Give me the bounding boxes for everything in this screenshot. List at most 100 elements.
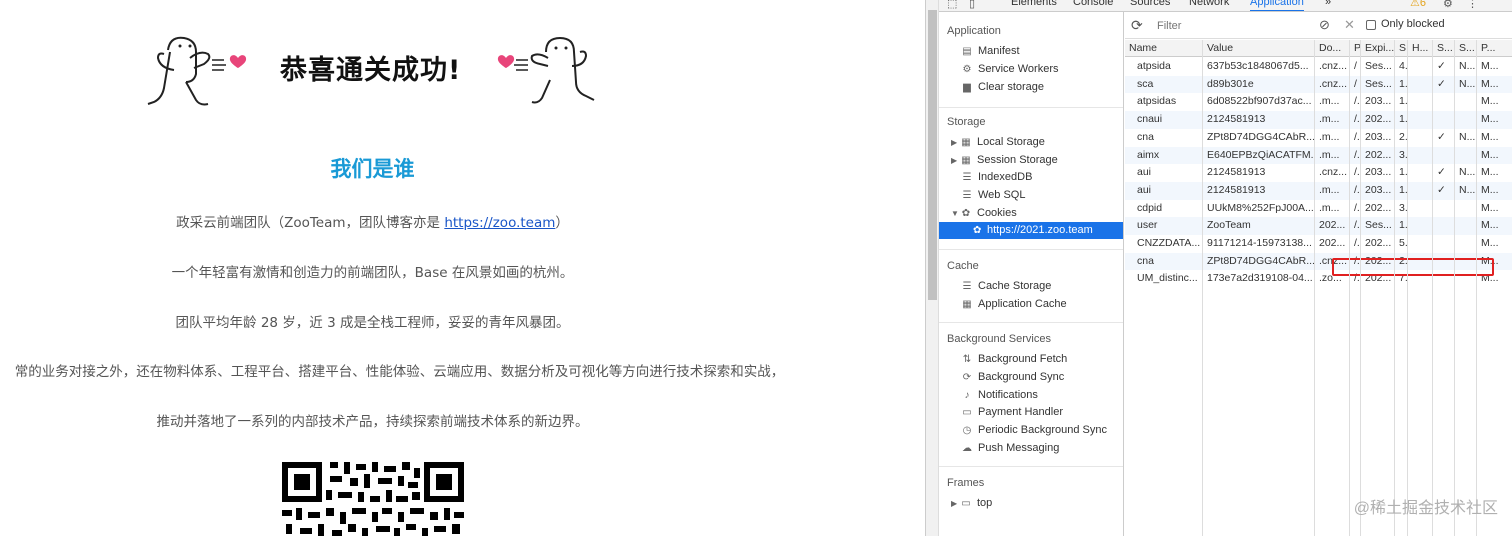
clock-icon: ◷ xyxy=(962,425,972,436)
more-tabs-button[interactable]: » xyxy=(1325,0,1331,8)
table-cell: aimx xyxy=(1137,148,1160,161)
column-header[interactable]: Value xyxy=(1203,40,1315,57)
table-cell: M... xyxy=(1481,183,1499,196)
sidebar-item-service-workers[interactable]: ⚙ Service Workers xyxy=(961,61,1059,78)
table-cell: 637b53c1848067d5... xyxy=(1207,60,1309,72)
gear-icon: ⚙ xyxy=(962,64,972,75)
column-divider[interactable] xyxy=(1476,40,1477,536)
column-header[interactable]: S... xyxy=(1433,40,1455,57)
table-cell: .m... xyxy=(1319,113,1340,126)
scrollbar-thumb[interactable] xyxy=(928,10,937,300)
table-cell xyxy=(1408,147,1433,164)
table-cell: cna xyxy=(1137,254,1154,267)
sidebar-item-background-sync[interactable]: ⟳ Background Sync xyxy=(961,369,1064,386)
column-header[interactable]: Name xyxy=(1125,40,1203,57)
table-cell: cdpid xyxy=(1137,201,1163,214)
table-cell xyxy=(1433,217,1455,234)
sidebar-item-background-fetch[interactable]: ⇅ Background Fetch xyxy=(961,351,1067,368)
column-divider[interactable] xyxy=(1349,40,1350,536)
delete-selected-icon[interactable]: ✕ xyxy=(1344,17,1355,33)
sidebar-item-notifications[interactable]: ♪ Notifications xyxy=(961,387,1038,404)
table-cell: N... xyxy=(1459,60,1476,72)
tab-application[interactable]: Application xyxy=(1250,0,1304,11)
cookie-table: Name Value Do... P Expi... S H... S... S... P... … xyxy=(1125,40,1512,536)
divider xyxy=(939,466,1123,467)
sidebar-item-clear-storage[interactable]: ▆ Clear storage xyxy=(961,79,1044,96)
settings-gear-icon[interactable]: ⚙ xyxy=(1443,0,1453,10)
expand-arrow-icon[interactable]: ▶ xyxy=(951,495,960,512)
table-cell: .m... xyxy=(1319,130,1340,143)
sidebar-item-session-storage[interactable]: ▶ ▦ Session Storage xyxy=(951,152,1058,169)
blog-link[interactable]: https://zoo.team xyxy=(444,215,555,231)
column-divider[interactable] xyxy=(1454,40,1455,536)
sidebar-item-indexeddb[interactable]: ☰ IndexedDB xyxy=(961,169,1033,186)
sidebar-item-application-cache[interactable]: ▦ Application Cache xyxy=(961,296,1066,313)
table-cell: cna xyxy=(1137,130,1154,143)
table-cell: ✓ xyxy=(1437,166,1446,179)
sidebar-label: Local Storage xyxy=(977,136,1045,148)
table-cell: cnaui xyxy=(1137,113,1163,126)
table-cell: ZPt8D74DGG4CAbR... xyxy=(1207,254,1315,267)
table-cell: N... xyxy=(1459,130,1476,143)
more-options-icon[interactable]: ⋮ xyxy=(1467,0,1478,10)
table-cell: 202... xyxy=(1365,113,1392,126)
sidebar-item-cookies[interactable]: ▼ ✿ Cookies xyxy=(951,205,1017,222)
sidebar-item-manifest[interactable]: ▤ Manifest xyxy=(961,43,1019,60)
only-blocked-checkbox[interactable] xyxy=(1366,20,1376,30)
paragraph-line-3: 团队平均年龄 28 岁，近 3 成是全栈工程师，妥妥的青年风暴团。 xyxy=(175,315,570,331)
inspect-element-icon[interactable]: ⬚ xyxy=(947,0,957,10)
table-cell: E640EPBzQiACATFM... xyxy=(1207,148,1315,161)
table-cell xyxy=(1433,200,1455,217)
sidebar-label: Payment Handler xyxy=(978,406,1063,418)
tab-elements[interactable]: Elements xyxy=(1011,0,1057,8)
devtools-tab-bar: ⬚ ▯ Elements Console Sources Network App… xyxy=(939,0,1512,12)
table-cell: M... xyxy=(1481,77,1499,90)
column-divider[interactable] xyxy=(1314,40,1315,536)
page-scrollbar[interactable] xyxy=(926,0,939,536)
intro-paragraph: 政采云前端团队（ZooTeam，团队博客亦是 https://zoo.team） xyxy=(0,211,745,231)
sidebar-label: top xyxy=(977,497,993,509)
warnings-badge[interactable]: ⚠6 xyxy=(1410,0,1426,9)
table-cell: 173e7a2d319108-04... xyxy=(1207,272,1313,285)
column-divider[interactable] xyxy=(1394,40,1395,536)
column-header[interactable]: P... xyxy=(1477,40,1512,57)
tab-sources[interactable]: Sources xyxy=(1130,0,1170,8)
table-cell: aui xyxy=(1137,166,1152,179)
sidebar-item-cache-storage[interactable]: ☰ Cache Storage xyxy=(961,278,1052,295)
clear-all-icon[interactable]: ⊘ xyxy=(1319,17,1330,33)
sidebar-item-push-messaging[interactable]: ☁ Push Messaging xyxy=(961,440,1059,457)
table-cell: N... xyxy=(1459,77,1476,90)
column-divider[interactable] xyxy=(1202,40,1203,536)
sidebar-item-cookie-origin[interactable]: ✿ https://2021.zoo.team xyxy=(939,222,1123,239)
table-cell: .m... xyxy=(1319,201,1340,214)
column-divider[interactable] xyxy=(1432,40,1433,536)
sidebar-item-payment-handler[interactable]: ▭ Payment Handler xyxy=(961,404,1063,421)
column-header[interactable]: H... xyxy=(1408,40,1433,57)
filter-input[interactable] xyxy=(1151,17,1316,35)
table-cell: 2124581913 xyxy=(1207,183,1266,196)
table-cell: CNZZDATA... xyxy=(1137,237,1201,249)
database-icon: ☰ xyxy=(962,190,972,201)
refresh-icon[interactable]: ⟳ xyxy=(1131,17,1143,34)
tab-console[interactable]: Console xyxy=(1073,0,1113,8)
collapse-arrow-icon[interactable]: ▼ xyxy=(951,205,960,222)
tab-network[interactable]: Network xyxy=(1189,0,1229,8)
column-divider[interactable] xyxy=(1360,40,1361,536)
column-header[interactable]: Expi... xyxy=(1361,40,1395,57)
table-cell xyxy=(1455,235,1477,252)
sidebar-item-frame-top[interactable]: ▶ ▭ top xyxy=(951,495,992,512)
column-header[interactable]: S... xyxy=(1455,40,1477,57)
sidebar-item-local-storage[interactable]: ▶ ▦ Local Storage xyxy=(951,134,1045,151)
table-cell xyxy=(1433,235,1455,252)
sidebar-item-periodic-background-sync[interactable]: ◷ Periodic Background Sync xyxy=(961,422,1107,439)
sidebar-item-web-sql[interactable]: ☰ Web SQL xyxy=(961,187,1026,204)
device-toolbar-icon[interactable]: ▯ xyxy=(969,0,975,10)
column-header[interactable]: Do... xyxy=(1315,40,1350,57)
expand-arrow-icon[interactable]: ▶ xyxy=(951,152,960,169)
table-cell xyxy=(1408,129,1433,146)
table-cell: ✓ xyxy=(1437,130,1446,143)
database-icon: ☰ xyxy=(962,172,972,183)
expand-arrow-icon[interactable]: ▶ xyxy=(951,134,960,151)
table-cell: 203... xyxy=(1365,183,1392,196)
column-divider[interactable] xyxy=(1407,40,1408,536)
